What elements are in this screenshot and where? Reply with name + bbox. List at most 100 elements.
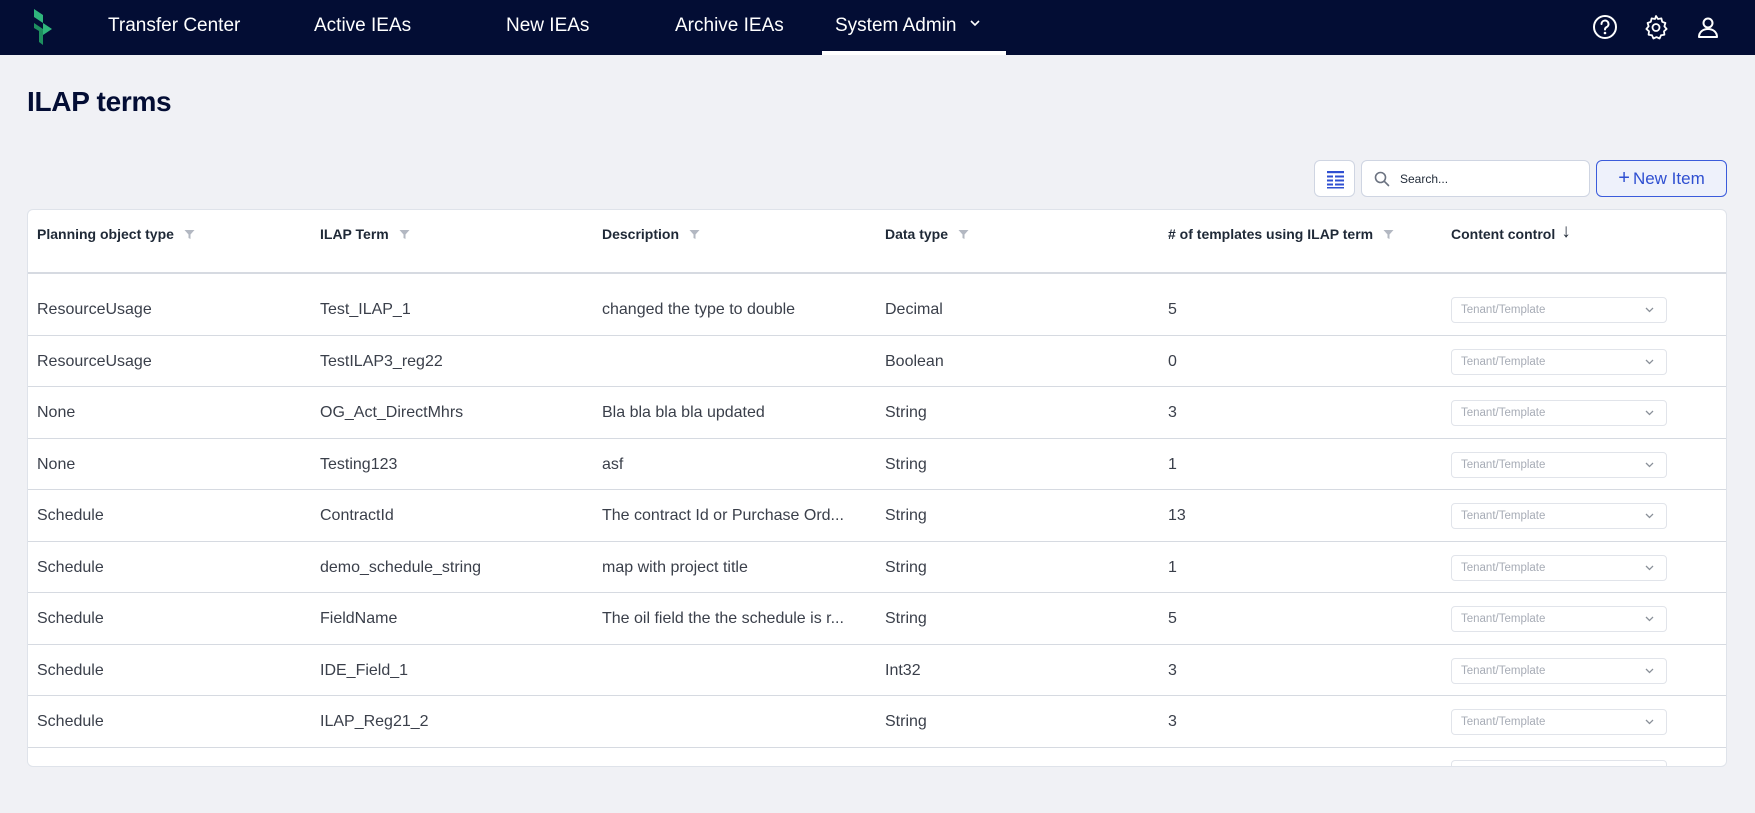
cell-description: Bla bla bla bla updated [602,404,765,421]
content-control-select[interactable]: Tenant/Template [1451,554,1667,581]
content-control-value: Tenant/Template [1461,458,1546,471]
table-row[interactable]: None OG_Act_DirectMhrs Bla bla bla bla upd… [28,387,1726,439]
content-control-value: Tenant/Template [1461,510,1546,522]
column-header-label: ILAP Term [320,226,389,242]
column-header-label: Content control [1451,226,1556,242]
cell-planning-object-type: None [37,404,76,421]
table-row[interactable]: Schedule ContractId The contract Id or Pur… [28,490,1726,542]
table-row[interactable]: Schedule demo_schedule_string map with pro… [28,542,1726,593]
column-header-planning-object-type[interactable]: Planning object type [37,210,307,258]
content-control-select[interactable]: Tenant/Template [1451,297,1667,323]
cell-ilap-term: Test_ILAP_1 [320,301,411,318]
new-item-button[interactable]: + New Item [1596,160,1727,197]
content-control-select[interactable]: Tenant/Template [1451,657,1667,684]
cell-ilap-term: demo_schedule_string [320,558,481,576]
gear-icon[interactable] [1643,14,1669,40]
chevron-down-icon [1645,462,1654,467]
cell-templates-count: 5 [1168,301,1177,318]
cell-planning-object-type: Schedule [37,661,104,679]
content-control-value: Tenant/Template [1461,613,1546,625]
chevron-down-icon [1645,410,1654,416]
search-box [1361,160,1590,197]
user-icon[interactable] [1695,14,1721,40]
cell-data-type: String [885,404,927,421]
cell-planning-object-type: None [37,455,76,473]
filter-icon[interactable] [958,229,969,240]
nav-system-admin[interactable]: System Admin [822,0,1006,55]
content-control-select[interactable]: Tenant/Template [1451,348,1667,375]
column-header-ilap-term[interactable]: ILAP Term [320,210,590,258]
filter-icon[interactable] [399,229,410,240]
cell-templates-count: 3 [1168,713,1177,730]
column-header-label: # of templates using ILAP term [1168,226,1374,242]
cell-ilap-term: OG_Act_DirectMhrs [320,404,464,421]
column-view-button[interactable] [1314,160,1355,197]
column-header-content-control[interactable]: Content control ↓ [1451,210,1571,258]
cell-description: map with project title [602,558,748,576]
cell-data-type: String [885,558,927,576]
content-control-value: Tenant/Template [1461,304,1546,316]
table-header: Planning object type ILAP Term Descripti… [28,210,1726,274]
nav-system-admin-label: System Admin [835,15,957,36]
column-header-label: Description [602,226,680,242]
cell-templates-count: 0 [1168,352,1177,370]
cell-templates-count: 5 [1168,610,1177,627]
content-control-select[interactable]: Tenant/Template [1451,400,1667,426]
content-control-select[interactable]: Tenant/Template [1451,709,1667,735]
content-control-select[interactable] [1451,759,1667,766]
cell-description [602,336,867,387]
nav-active-ieas[interactable]: Active IEAs [314,0,411,55]
cell-data-type: String [885,610,927,627]
cell-data-type: Decimal [885,301,943,318]
content-control-select[interactable]: Tenant/Template [1451,451,1667,478]
new-item-label: New Item [1632,169,1705,188]
content-control-value: Tenant/Template [1461,561,1546,574]
cell-planning-object-type: Schedule [37,610,104,627]
content-control-select[interactable]: Tenant/Template [1451,503,1667,529]
filter-icon[interactable] [689,229,700,240]
cell-ilap-term: Testing123 [320,455,398,473]
cell-planning-object-type: ResourceUsage [37,301,152,318]
column-header-templates-count[interactable]: # of templates using ILAP term [1168,210,1448,258]
cell-planning-object-type: Schedule [37,558,104,576]
filter-icon[interactable] [184,229,195,240]
table-row[interactable]: None Testing123 asf String 1 Tenant/Template [28,439,1726,490]
table-row[interactable]: Schedule ILAP_Reg21_2 String 3 Tenant/Templa… [28,696,1726,748]
cell-data-type: String [885,507,927,524]
content-control-select[interactable]: Tenant/Template [1451,606,1667,632]
cell-templates-count: 3 [1168,661,1177,679]
cell-planning-object-type: Schedule [37,507,104,524]
table-row[interactable]: Schedule FieldName The oil field the the s… [28,593,1726,645]
help-icon[interactable] [1592,14,1618,40]
content-control-value: Tenant/Template [1461,407,1546,419]
column-header-data-type[interactable]: Data type [885,210,1155,258]
table-row[interactable]: ResourceUsage TestILAP3_reg22 Boolean 0 Tena… [28,336,1726,387]
chevron-down-icon [1645,513,1654,519]
table-body: ResourceUsage Test_ILAP_1 changed the type… [28,284,1726,766]
app-logo-icon[interactable] [30,9,56,45]
cell-templates-count: 13 [1168,507,1186,524]
chevron-down-icon [1645,307,1654,313]
table-row[interactable] [28,748,1726,766]
nav-new-ieas[interactable]: New IEAs [506,0,589,55]
content-control-value: Tenant/Template [1461,355,1546,368]
column-header-label: Planning object type [37,226,174,242]
table-row[interactable]: ResourceUsage Test_ILAP_1 changed the type… [28,284,1726,336]
nav-archive-ieas[interactable]: Archive IEAs [675,0,784,55]
cell-data-type: String [885,713,927,730]
cell-description: asf [602,455,624,473]
cell-data-type: Boolean [885,352,944,370]
cell-templates-count: 1 [1168,455,1177,473]
search-input[interactable] [1400,169,1580,189]
cell-ilap-term: ContractId [320,507,394,524]
nav-transfer-center[interactable]: Transfer Center [108,0,240,55]
filter-icon[interactable] [1383,229,1394,240]
plus-icon: + [1618,167,1630,189]
table-row[interactable]: Schedule IDE_Field_1 Int32 3 Tenant/Template [28,645,1726,696]
column-header-description[interactable]: Description [602,210,867,258]
cell-templates-count: 1 [1168,558,1177,576]
cell-description [602,696,867,747]
sort-descending-icon[interactable]: ↓ [1561,210,1571,254]
cell-ilap-term: ILAP_Reg21_2 [320,713,429,730]
column-view-icon [1327,171,1344,189]
